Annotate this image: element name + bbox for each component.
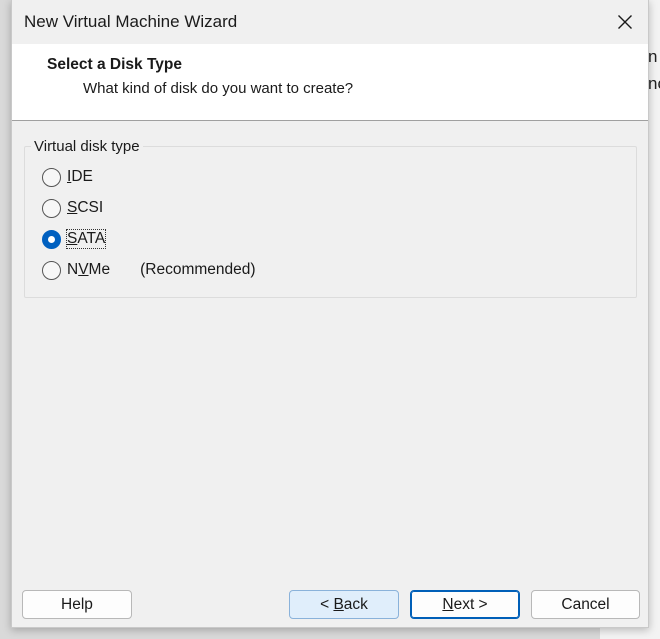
close-icon xyxy=(618,15,632,29)
label-rest: ATA xyxy=(77,230,106,247)
next-rest-text: ext > xyxy=(453,595,488,613)
page-subtitle: What kind of disk do you want to create? xyxy=(83,80,354,97)
back-rest-text: ack xyxy=(343,595,368,613)
next-button[interactable]: Next > xyxy=(410,590,520,619)
cancel-label: Cancel xyxy=(561,595,610,613)
background-text-fragment: nc xyxy=(648,74,660,93)
radio-button-selected[interactable] xyxy=(42,229,61,249)
background-text-fragment: n xyxy=(648,47,658,66)
groupbox-legend: Virtual disk type xyxy=(31,138,143,155)
cancel-button[interactable]: Cancel xyxy=(531,590,640,619)
radio-label: NVMe xyxy=(67,261,110,279)
disk-type-groupbox: Virtual disk type IDE SCSI SATA NVMe (Re… xyxy=(24,138,637,298)
recommended-note: (Recommended) xyxy=(140,261,256,278)
window-title: New Virtual Machine Wizard xyxy=(24,12,238,31)
mnemonic-letter: S xyxy=(67,199,78,216)
back-label: < Back xyxy=(320,596,368,614)
help-button[interactable]: Help xyxy=(22,590,132,619)
radio-label: IDE xyxy=(67,168,93,186)
next-label: Next > xyxy=(442,596,487,614)
radio-option-nvme[interactable]: NVMe (Recommended) xyxy=(42,259,256,281)
radio-option-ide[interactable]: IDE xyxy=(42,166,93,188)
mnemonic-letter: B xyxy=(333,595,344,613)
radio-option-sata[interactable]: SATA xyxy=(42,228,107,250)
mnemonic-letter: V xyxy=(78,261,89,278)
label-rest: DE xyxy=(71,168,93,185)
mnemonic-letter: N xyxy=(442,595,454,613)
radio-button[interactable] xyxy=(42,198,61,218)
page-title: Select a Disk Type xyxy=(47,56,182,73)
radio-label: SATA xyxy=(65,229,107,249)
back-button[interactable]: < Back xyxy=(289,590,399,619)
label-start: N xyxy=(67,261,79,278)
wizard-dialog: New Virtual Machine Wizard Select a Disk… xyxy=(11,0,649,628)
button-bar: Help < Back Next > Cancel xyxy=(12,573,648,628)
title-bar[interactable]: New Virtual Machine Wizard xyxy=(12,0,648,44)
back-arrow-text: < xyxy=(320,595,334,613)
radio-button[interactable] xyxy=(42,167,61,187)
wizard-header: Select a Disk Type What kind of disk do … xyxy=(12,44,648,121)
radio-button[interactable] xyxy=(42,260,61,280)
label-rest: Me xyxy=(88,261,111,278)
close-button[interactable] xyxy=(602,0,648,44)
mnemonic-letter: S xyxy=(67,230,78,247)
help-label: Help xyxy=(61,595,93,613)
radio-option-scsi[interactable]: SCSI xyxy=(42,197,103,219)
label-rest: CSI xyxy=(77,199,104,216)
radio-label: SCSI xyxy=(67,199,103,217)
